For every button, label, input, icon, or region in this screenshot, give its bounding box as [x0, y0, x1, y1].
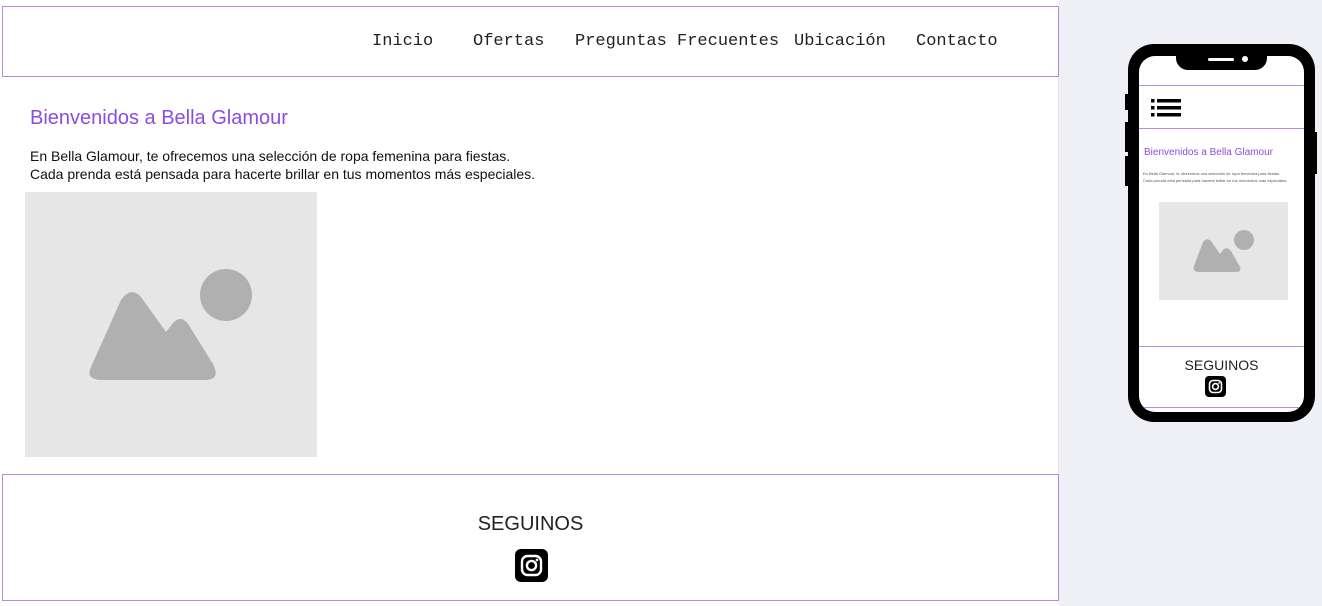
mobile-footer-title: SEGUINOS — [1184, 357, 1259, 373]
page-title: Bienvenidos a Bella Glamour — [30, 107, 288, 129]
intro-text: En Bella Glamour, te ofrecemos una selec… — [30, 147, 535, 183]
mobile-instagram-link[interactable] — [1205, 376, 1226, 397]
image-placeholder-icon — [89, 269, 252, 380]
mobile-intro-line-2: Cada prenda está pensada para hacerte br… — [1143, 178, 1288, 183]
phone-volume-up-button — [1125, 122, 1129, 152]
phone-volume-down-button — [1125, 156, 1129, 186]
mobile-intro-text: En Bella Glamour, te ofrecemos una selec… — [1143, 170, 1287, 184]
image-placeholder-icon — [1193, 230, 1254, 272]
main-content: Bienvenidos a Bella Glamour En Bella Gla… — [2, 77, 1059, 474]
mobile-page-title: Bienvenidos a Bella Glamour — [1144, 147, 1273, 158]
mobile-preview-phone: Bienvenidos a Bella Glamour En Bella Gla… — [1125, 44, 1317, 422]
notch-speaker — [1208, 58, 1234, 61]
footer-title: SEGUINOS — [477, 513, 584, 535]
nav-link-preguntas-frecuentes[interactable]: Preguntas Frecuentes — [575, 32, 779, 51]
phone-notch — [1176, 56, 1267, 70]
intro-line-1: En Bella Glamour, te ofrecemos una selec… — [30, 148, 511, 164]
footer: SEGUINOS — [2, 474, 1059, 601]
mobile-image-placeholder — [1159, 202, 1288, 300]
mobile-header — [1139, 85, 1304, 129]
phone-power-button — [1313, 132, 1317, 174]
instagram-link[interactable] — [515, 549, 548, 582]
nav-link-ubicacion[interactable]: Ubicación — [794, 32, 886, 51]
phone-screen: Bienvenidos a Bella Glamour En Bella Gla… — [1139, 56, 1304, 412]
nav-link-contacto[interactable]: Contacto — [916, 32, 998, 51]
intro-line-2: Cada prenda está pensada para hacerte br… — [30, 166, 536, 182]
phone-side-button — [1125, 94, 1129, 110]
mobile-intro-line-1: En Bella Glamour, te ofrecemos una selec… — [1143, 171, 1281, 176]
top-navbar: Inicio Ofertas Preguntas Frecuentes Ubic… — [2, 6, 1059, 77]
nav-link-inicio[interactable]: Inicio — [372, 32, 433, 51]
mobile-footer: SEGUINOS — [1139, 346, 1304, 408]
desktop-page: Inicio Ofertas Preguntas Frecuentes Ubic… — [0, 0, 1059, 606]
notch-camera — [1242, 56, 1248, 62]
nav-link-ofertas[interactable]: Ofertas — [473, 32, 544, 51]
list-menu-icon — [1151, 99, 1181, 117]
mobile-menu-button[interactable] — [1151, 98, 1181, 118]
instagram-icon — [520, 554, 543, 577]
image-placeholder — [25, 192, 317, 457]
instagram-icon — [1208, 379, 1223, 394]
